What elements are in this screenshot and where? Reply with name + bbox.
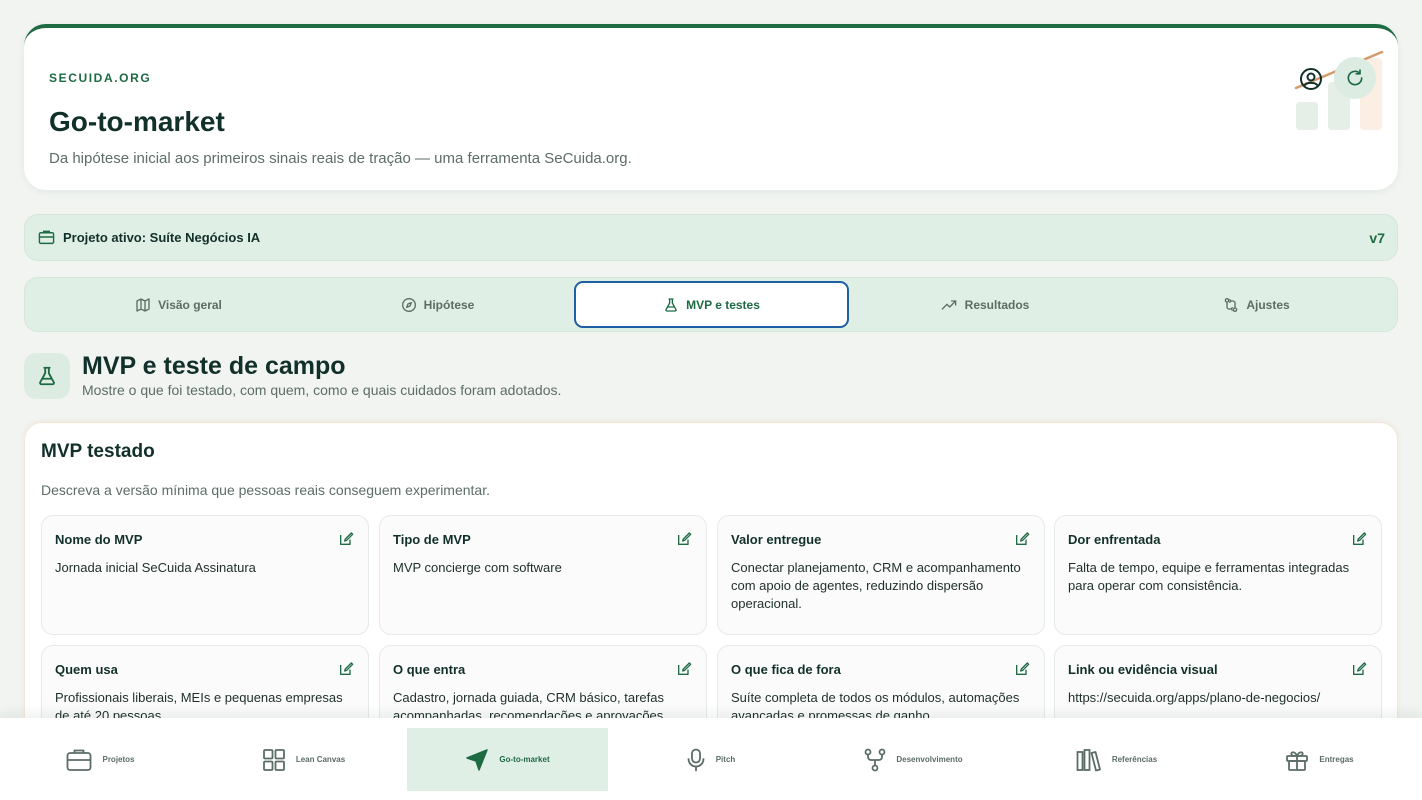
edit-icon[interactable]: [1351, 531, 1367, 547]
field-value: https://secuida.org/apps/plano-de-negoci…: [1068, 690, 1321, 705]
nav-label: Projetos: [102, 755, 135, 764]
nav-item-desenvolvimento[interactable]: Desenvolvimento: [813, 728, 1014, 791]
field-valor-entregue[interactable]: Valor entregue Conectar planejamento, CR…: [717, 515, 1045, 635]
section-title: MVP e teste de campo: [82, 352, 346, 380]
edit-icon[interactable]: [676, 661, 692, 677]
refresh-button[interactable]: [1334, 57, 1376, 99]
bottom-navigation: Projetos Lean Canvas Go-to-market Pitch …: [0, 718, 1422, 800]
page-title: Go-to-market: [49, 106, 225, 137]
field-label: Tipo de MVP: [393, 532, 471, 547]
illustration-bar: [1296, 102, 1318, 130]
nav-item-pitch[interactable]: Pitch: [610, 728, 811, 791]
nav-label: Go-to-market: [499, 755, 550, 764]
tab-label: Visão geral: [158, 297, 222, 312]
tab-mvp-e-testes[interactable]: MVP e testes: [574, 281, 849, 328]
map-icon: [136, 297, 150, 312]
grid-icon: [262, 748, 285, 771]
field-label: Valor entregue: [731, 532, 822, 547]
tab-label: Ajustes: [1246, 297, 1290, 312]
section-subtitle: Mostre o que foi testado, com quem, como…: [82, 382, 562, 398]
branch-icon: [864, 748, 886, 771]
field-label: Quem usa: [55, 662, 118, 677]
refresh-icon: [1347, 69, 1363, 86]
field-value: MVP concierge com software: [393, 560, 562, 575]
briefcase-icon: [67, 749, 92, 771]
tab-ajustes[interactable]: Ajustes: [1119, 281, 1394, 328]
mvp-card-title: MVP testado: [41, 441, 155, 462]
brand-label: SECUIDA.ORG: [49, 71, 152, 85]
section-icon-box: [24, 353, 70, 399]
nav-label: Referências: [1111, 755, 1158, 764]
tab-resultados[interactable]: Resultados: [847, 281, 1122, 328]
nav-label: Lean Canvas: [295, 755, 346, 764]
active-project-bar: Projeto ativo: Suíte Negócios IA v7: [24, 214, 1398, 261]
user-account-button[interactable]: [1296, 64, 1326, 94]
swap-icon: [1224, 297, 1238, 312]
trend-icon: [941, 299, 956, 310]
field-label: Nome do MVP: [55, 532, 143, 547]
nav-item-lean-canvas[interactable]: Lean Canvas: [203, 728, 404, 791]
nav-item-referencias[interactable]: Referências: [1016, 728, 1217, 791]
gift-icon: [1286, 750, 1309, 771]
field-tipo-de-mvp[interactable]: Tipo de MVP MVP concierge com software: [379, 515, 707, 635]
nav-item-entregas[interactable]: Entregas: [1219, 728, 1420, 791]
microphone-icon: [687, 748, 705, 771]
tab-visao-geral[interactable]: Visão geral: [41, 281, 316, 328]
nav-label: Entregas: [1319, 755, 1354, 764]
user-circle-icon: [1300, 68, 1322, 90]
field-value: Falta de tempo, equipe e ferramentas int…: [1068, 560, 1350, 593]
edit-icon[interactable]: [1351, 661, 1367, 677]
field-dor-enfrentada[interactable]: Dor enfrentada Falta de tempo, equipe e …: [1054, 515, 1382, 635]
field-label: O que fica de fora: [731, 662, 841, 677]
page-subtitle: Da hipótese inicial aos primeiros sinais…: [49, 150, 632, 167]
nav-item-go-to-market[interactable]: Go-to-market: [407, 728, 608, 791]
field-value: Jornada inicial SeCuida Assinatura: [55, 560, 256, 575]
header-card: SECUIDA.ORG Go-to-market Da hipótese ini…: [24, 24, 1398, 190]
field-value: Conectar planejamento, CRM e acompanhame…: [731, 560, 1021, 611]
briefcase-icon: [38, 230, 55, 245]
nav-label: Pitch: [715, 755, 736, 764]
edit-icon[interactable]: [338, 661, 354, 677]
edit-icon[interactable]: [1014, 661, 1030, 677]
field-label: O que entra: [393, 662, 466, 677]
field-label: Link ou evidência visual: [1068, 662, 1218, 677]
tab-label: Hipótese: [423, 297, 475, 312]
compass-icon: [401, 297, 416, 312]
field-label: Dor enfrentada: [1068, 532, 1161, 547]
tab-label: MVP e testes: [686, 297, 760, 312]
nav-label: Desenvolvimento: [896, 755, 963, 764]
edit-icon[interactable]: [338, 531, 354, 547]
edit-icon[interactable]: [1014, 531, 1030, 547]
flask-icon: [39, 366, 55, 386]
section-tabs: Visão geral Hipótese MVP e testes Result…: [24, 277, 1398, 332]
field-nome-do-mvp[interactable]: Nome do MVP Jornada inicial SeCuida Assi…: [41, 515, 369, 635]
flask-icon: [665, 297, 677, 312]
project-version-badge: v7: [1369, 230, 1385, 246]
edit-icon[interactable]: [676, 531, 692, 547]
nav-item-projetos[interactable]: Projetos: [0, 728, 201, 791]
active-project-label: Projeto ativo: Suíte Negócios IA: [63, 230, 261, 245]
mvp-card-description: Descreva a versão mínima que pessoas rea…: [41, 482, 490, 498]
library-icon: [1076, 748, 1101, 771]
tab-label: Resultados: [964, 297, 1030, 312]
tab-hipotese[interactable]: Hipótese: [300, 281, 575, 328]
navigation-icon: [466, 748, 489, 771]
